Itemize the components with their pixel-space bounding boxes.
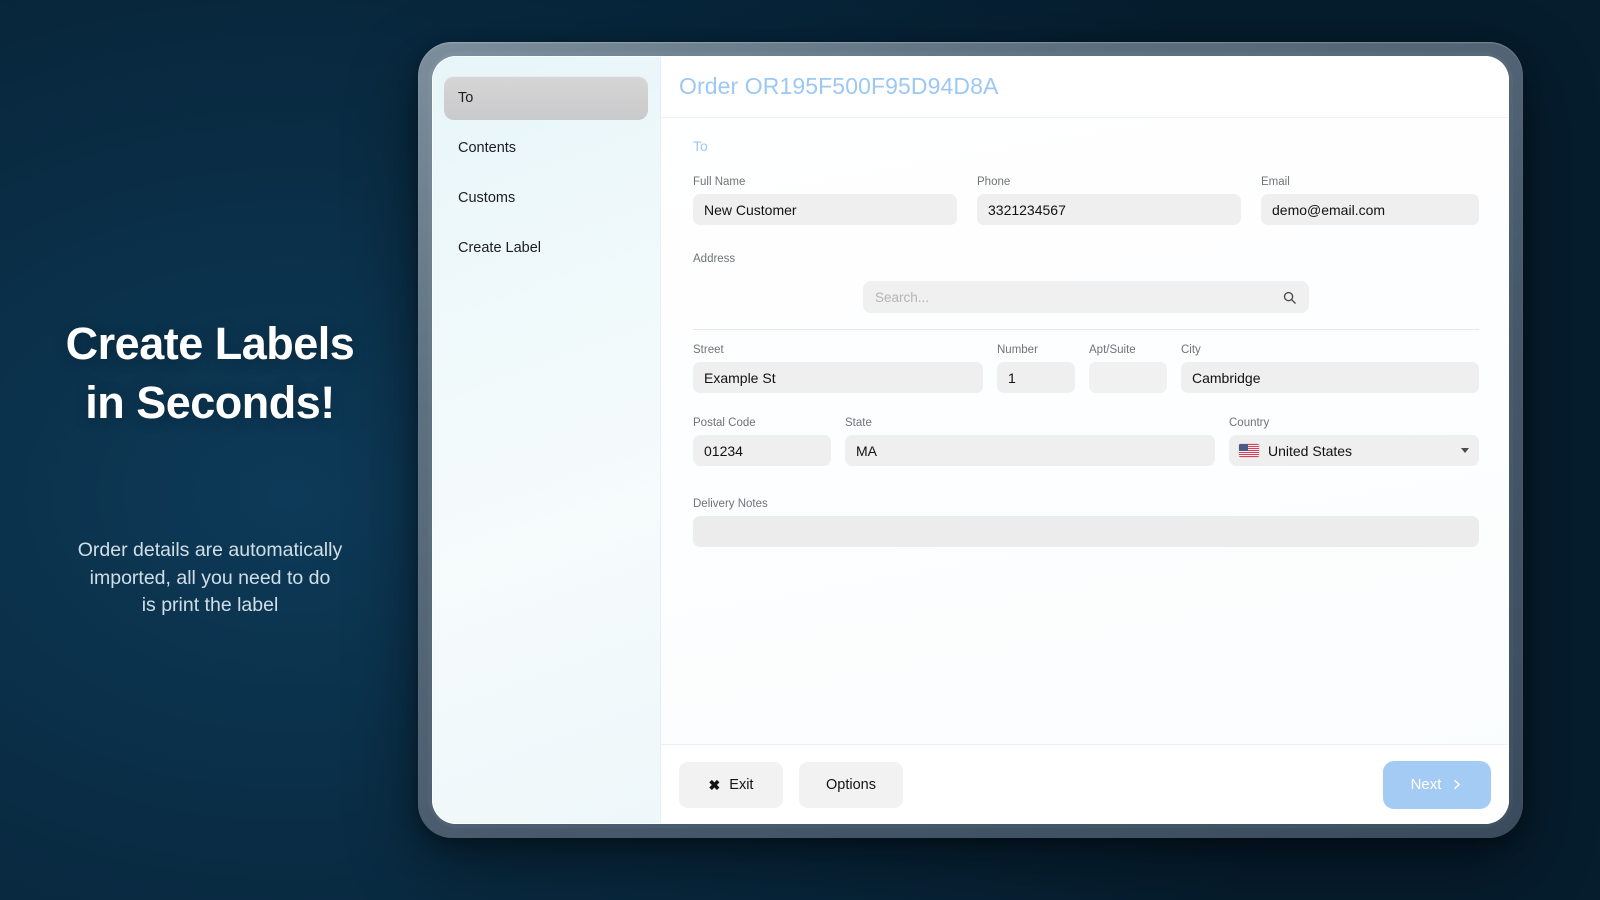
options-button-label: Options bbox=[826, 776, 876, 793]
country-label: Country bbox=[1229, 417, 1270, 429]
options-button[interactable]: Options bbox=[799, 761, 903, 808]
city-label: City bbox=[1181, 344, 1201, 356]
footer-actions: ✖ Exit Options Next bbox=[661, 744, 1509, 824]
street-input[interactable] bbox=[693, 362, 983, 393]
address-search-box[interactable] bbox=[863, 281, 1309, 313]
promo-subtext-line1: Order details are automatically bbox=[77, 538, 343, 561]
promo-headline-line1: Create Labels bbox=[65, 318, 355, 370]
country-field-group: Country United States bbox=[1229, 417, 1479, 466]
tablet-screen: To Contents Customs Create Label Order O… bbox=[432, 56, 1509, 824]
full-name-input[interactable] bbox=[693, 194, 957, 225]
main-header: Order OR195F500F95D94D8A bbox=[661, 56, 1509, 118]
street-field-group: Street bbox=[693, 344, 983, 393]
postal-code-input[interactable] bbox=[693, 435, 831, 466]
number-label: Number bbox=[997, 344, 1038, 356]
delivery-notes-label: Delivery Notes bbox=[693, 498, 768, 510]
next-button-label: Next bbox=[1410, 776, 1442, 793]
sidebar-item-customs[interactable]: Customs bbox=[444, 176, 648, 220]
tablet-device-frame: To Contents Customs Create Label Order O… bbox=[418, 42, 1523, 838]
main-panel: Order OR195F500F95D94D8A To Full Name Ph… bbox=[660, 56, 1509, 824]
sidebar-item-to[interactable]: To bbox=[444, 76, 648, 120]
search-icon bbox=[1283, 291, 1296, 304]
next-button[interactable]: Next bbox=[1383, 760, 1491, 809]
apt-suite-label: Apt/Suite bbox=[1089, 344, 1136, 356]
sidebar-item-label: Create Label bbox=[458, 240, 542, 256]
address-search-wrap bbox=[693, 281, 1479, 313]
promo-subtext-line2: imported, all you need to do bbox=[89, 566, 331, 589]
city-field-group: City bbox=[1181, 344, 1479, 393]
us-flag-icon bbox=[1239, 444, 1259, 457]
street-label: Street bbox=[693, 344, 724, 356]
promo-panel: Create Labels in Seconds! Order details … bbox=[0, 0, 420, 900]
phone-field-group: Phone bbox=[977, 176, 1241, 225]
exit-button-label: Exit bbox=[729, 776, 754, 793]
country-select-value: United States bbox=[1268, 442, 1353, 459]
sidebar-item-contents[interactable]: Contents bbox=[444, 126, 648, 170]
address-search-input[interactable] bbox=[875, 289, 1282, 305]
state-label: State bbox=[845, 417, 872, 429]
email-label: Email bbox=[1261, 176, 1290, 188]
promo-subtext-line3: is print the label bbox=[141, 594, 279, 617]
sidebar-item-label: Contents bbox=[458, 140, 517, 156]
email-field-group: Email bbox=[1261, 176, 1479, 225]
contact-row: Full Name Phone Email bbox=[693, 176, 1479, 225]
sidebar-item-create-label[interactable]: Create Label bbox=[444, 226, 648, 270]
city-input[interactable] bbox=[1181, 362, 1479, 393]
form-area: To Full Name Phone Email bbox=[661, 118, 1509, 744]
close-x-icon: ✖ bbox=[708, 776, 721, 793]
section-label-to: To bbox=[693, 138, 708, 154]
sidebar-item-label: To bbox=[458, 90, 474, 106]
street-row: Street Number Apt/Suite City bbox=[693, 344, 1479, 393]
address-label: Address bbox=[693, 253, 736, 265]
full-name-field-group: Full Name bbox=[693, 176, 957, 225]
sidebar: To Contents Customs Create Label bbox=[432, 56, 660, 824]
chevron-down-icon bbox=[1461, 448, 1469, 453]
region-row: Postal Code State Country bbox=[693, 417, 1479, 466]
phone-label: Phone bbox=[977, 176, 1011, 188]
country-select[interactable]: United States bbox=[1229, 435, 1479, 466]
email-input[interactable] bbox=[1261, 194, 1479, 225]
state-field-group: State bbox=[845, 417, 1215, 466]
postal-code-field-group: Postal Code bbox=[693, 417, 831, 466]
exit-button[interactable]: ✖ Exit bbox=[679, 761, 783, 808]
number-field-group: Number bbox=[997, 344, 1075, 393]
promo-subtext: Order details are automatically imported… bbox=[78, 537, 342, 620]
address-divider bbox=[693, 329, 1479, 330]
apt-suite-field-group: Apt/Suite bbox=[1089, 344, 1167, 393]
postal-code-label: Postal Code bbox=[693, 417, 756, 429]
apt-suite-input[interactable] bbox=[1089, 362, 1167, 393]
number-input[interactable] bbox=[997, 362, 1075, 393]
chevron-right-icon bbox=[1454, 780, 1461, 789]
state-input[interactable] bbox=[845, 435, 1215, 466]
address-block: Address bbox=[693, 253, 1479, 313]
phone-input[interactable] bbox=[977, 194, 1241, 225]
promo-headline: Create Labels in Seconds! bbox=[66, 314, 355, 433]
delivery-notes-input[interactable] bbox=[693, 516, 1479, 547]
delivery-notes-group: Delivery Notes bbox=[693, 498, 1479, 547]
full-name-label: Full Name bbox=[693, 176, 746, 188]
sidebar-item-label: Customs bbox=[458, 190, 516, 206]
promo-headline-line2: in Seconds! bbox=[85, 377, 335, 429]
page-title: Order OR195F500F95D94D8A bbox=[679, 73, 999, 99]
